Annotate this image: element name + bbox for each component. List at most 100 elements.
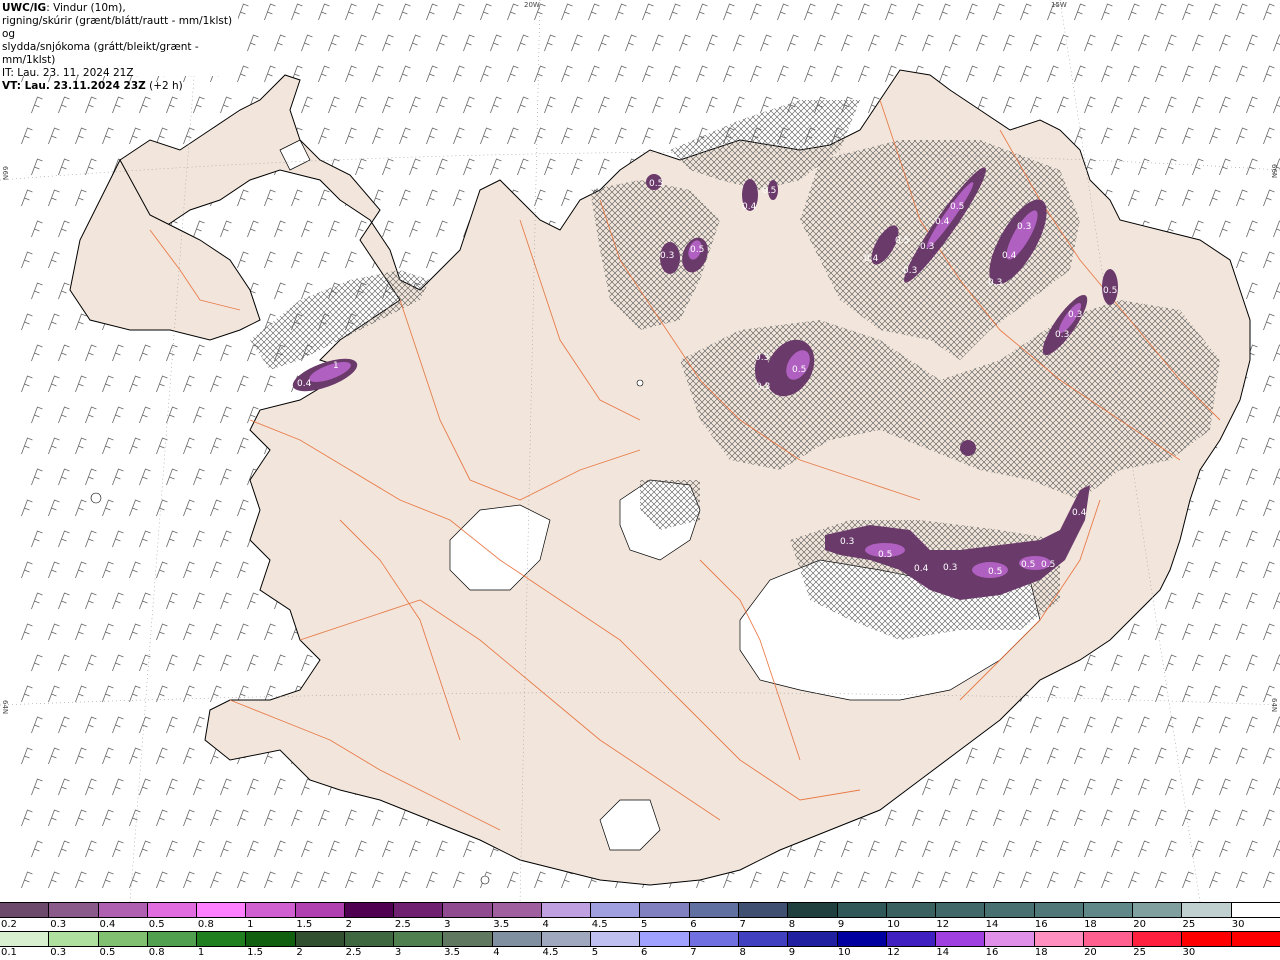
scale-swatch — [936, 932, 986, 946]
scale-label: 7 — [690, 947, 697, 958]
scale-label: 7 — [739, 919, 746, 930]
scale-label: 1 — [247, 919, 254, 930]
precip-value-label: 0.5 — [895, 236, 909, 246]
precip-value-label: 0.5 — [1103, 286, 1117, 296]
precip-value-label: 0.3 — [920, 242, 934, 252]
scale-label: 8 — [739, 947, 746, 958]
scale-label: 0.1 — [1, 947, 17, 958]
scale-swatch — [394, 903, 444, 917]
scale-swatch — [689, 903, 739, 917]
scale-label: 2.5 — [345, 947, 362, 958]
scale-swatch — [985, 932, 1035, 946]
scale-swatch — [492, 932, 542, 946]
scale-label: 5 — [591, 947, 599, 958]
precip-value-label: 0.4 — [1002, 251, 1017, 261]
scale-swatch — [936, 903, 986, 917]
precip-value-label: 0.5 — [1041, 560, 1055, 570]
scale-swatch — [1034, 903, 1084, 917]
scale-swatch — [640, 903, 690, 917]
scale-label: 2 — [345, 919, 352, 930]
scale-label: 0.5 — [148, 919, 165, 930]
precip-value-label: 0.3 — [1055, 330, 1069, 340]
scale-label: 4.5 — [591, 919, 608, 930]
scale-swatch — [985, 903, 1035, 917]
scale-label: 3 — [394, 947, 402, 958]
scale-label: 14 — [985, 919, 999, 930]
scale-label: 25 — [1133, 947, 1147, 958]
scale-swatch — [197, 932, 247, 946]
scale-label: 30 — [1182, 947, 1196, 958]
scale-swatch — [541, 932, 592, 946]
scale-swatch — [344, 932, 395, 946]
scale-swatch — [49, 903, 99, 917]
scale-label: 3 — [444, 919, 451, 930]
scale-swatch — [0, 932, 50, 946]
model-name: UWC/IG — [2, 2, 47, 14]
scale-label: 16 — [985, 947, 999, 958]
scale-label: 14 — [936, 947, 950, 958]
scale-swatch — [49, 932, 99, 946]
precip-value-label: 0.3 — [943, 563, 957, 573]
scale-swatch — [591, 903, 641, 917]
scale-swatch — [443, 932, 493, 946]
precip-value-label: 0.4 — [297, 379, 312, 389]
scale-swatch — [147, 932, 198, 946]
precip-value-label: 0.4 — [914, 564, 929, 574]
scale-swatch — [886, 903, 937, 917]
lat-label-66n-right: 66N — [1270, 164, 1278, 179]
scale-swatch — [788, 903, 838, 917]
scale-label: 1.5 — [247, 947, 264, 958]
scale-swatch — [738, 903, 789, 917]
scale-label: 0.5 — [99, 947, 116, 958]
snow-scale-labels: 0.2 0.3 0.4 0.5 0.8 1 1.5 2 2.5 3 3.5 4 4.5 5 6 7 8 9 10 12… — [0, 919, 1280, 931]
precip-value-label: 0.3 — [660, 251, 674, 261]
scale-swatch — [98, 932, 148, 946]
scale-label: 3.5 — [444, 947, 460, 958]
scale-swatch — [246, 903, 296, 917]
scale-label: 2.5 — [394, 919, 411, 930]
scale-swatch — [837, 932, 887, 946]
init-time: IT: Lau. 23. 11. 2024 21Z — [2, 67, 134, 79]
precip-value-label: 0.5 — [762, 186, 776, 196]
scale-label: 2 — [296, 947, 303, 958]
precip-value-label: 0.3 — [1017, 222, 1031, 232]
lat-label-64n-right: 64N — [1270, 698, 1278, 713]
precip-value-label: 0.3 — [755, 353, 769, 363]
rain-color-scale — [0, 931, 1280, 947]
scale-swatch — [443, 903, 493, 917]
precip-value-label: 0.5 — [1021, 560, 1035, 570]
scale-label: 0.3 — [50, 947, 67, 958]
lead-time: (+2 h) — [145, 80, 183, 92]
header-line2: rigning/skúrir (grænt/blátt/rautt - mm/1… — [2, 15, 233, 40]
scale-swatch — [788, 932, 838, 946]
header-line3: slydda/snjókoma (grátt/bleikt/grænt - mm… — [2, 41, 199, 66]
scale-swatch — [738, 932, 789, 946]
scale-swatch — [147, 903, 198, 917]
scale-swatch — [1182, 903, 1232, 917]
scale-swatch — [246, 932, 296, 946]
scale-label: 5 — [641, 919, 648, 930]
precip-value-label: 0.5 — [950, 202, 964, 212]
scale-swatch — [295, 903, 345, 917]
scale-label: 1.5 — [296, 919, 313, 930]
scale-label: 9 — [837, 919, 845, 930]
scale-label: 3.5 — [493, 919, 510, 930]
scale-label: 12 — [936, 919, 950, 930]
scale-label: 20 — [1133, 919, 1147, 930]
scale-swatch — [640, 932, 690, 946]
valid-time: VT: Lau. 23.11.2024 23Z — [2, 80, 146, 92]
scale-label: 0.2 — [1, 919, 17, 930]
precip-value-label: 0.3 — [903, 266, 917, 276]
scale-label: 1 — [197, 947, 205, 958]
precip-value-label: 0.4 — [1072, 508, 1087, 518]
scale-label: 18 — [1034, 947, 1048, 958]
precip-value-label: 0.3 — [988, 278, 1002, 288]
precip-value-label: 0.4 — [864, 254, 879, 264]
map-header: UWC/IG: Vindur (10m), rigning/skúrir (gr… — [0, 0, 238, 92]
lon-label-15w: 15W — [1051, 1, 1067, 9]
precip-value-label: 0.3 — [1068, 310, 1082, 320]
header-line1: : Vindur (10m), — [46, 2, 126, 14]
scale-label: 0.3 — [50, 919, 67, 930]
snow-color-scale — [0, 902, 1280, 918]
scale-swatch — [344, 903, 395, 917]
